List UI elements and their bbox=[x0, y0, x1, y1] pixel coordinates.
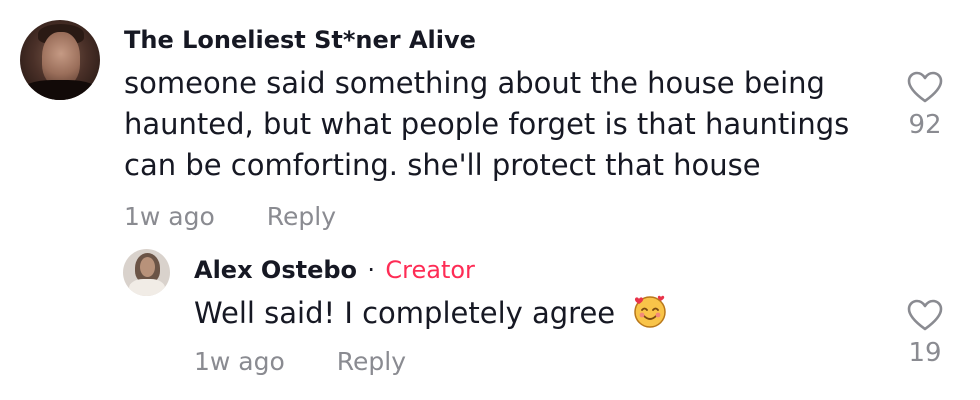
reply-like-count: 19 bbox=[908, 338, 942, 368]
reply-username[interactable]: Alex Ostebo bbox=[194, 256, 357, 284]
comment-like-count: 92 bbox=[908, 110, 942, 140]
reply-reply-button[interactable]: Reply bbox=[337, 347, 406, 376]
reply-timestamp: 1w ago bbox=[194, 347, 285, 376]
commenter-username[interactable]: The Loneliest St*ner Alive bbox=[124, 26, 476, 54]
heart-icon[interactable] bbox=[906, 298, 944, 332]
reply-meta: 1w ago Reply bbox=[194, 347, 406, 376]
commenter-avatar[interactable] bbox=[20, 20, 100, 100]
comment-reply-button[interactable]: Reply bbox=[267, 202, 336, 231]
comment-meta: 1w ago Reply bbox=[124, 202, 336, 231]
reply-like[interactable]: 19 bbox=[895, 298, 955, 368]
avatar-shoulders bbox=[20, 80, 100, 100]
smiling-face-with-hearts-icon bbox=[632, 293, 668, 337]
creator-badge: Creator bbox=[385, 256, 475, 284]
avatar-face bbox=[140, 257, 155, 277]
creator-avatar[interactable] bbox=[123, 249, 170, 296]
comment-text: someone said something about the house b… bbox=[124, 66, 850, 182]
reply-text-row: Well said! I completely agree bbox=[194, 293, 668, 337]
reply-header: Alex Ostebo · Creator bbox=[194, 256, 475, 284]
avatar-body bbox=[129, 279, 165, 296]
reply-text: Well said! I completely agree bbox=[194, 296, 616, 330]
name-separator: · bbox=[367, 256, 376, 284]
heart-icon[interactable] bbox=[906, 70, 944, 104]
comment-timestamp: 1w ago bbox=[124, 202, 215, 231]
comment-like[interactable]: 92 bbox=[895, 70, 955, 140]
avatar-face bbox=[42, 32, 80, 86]
